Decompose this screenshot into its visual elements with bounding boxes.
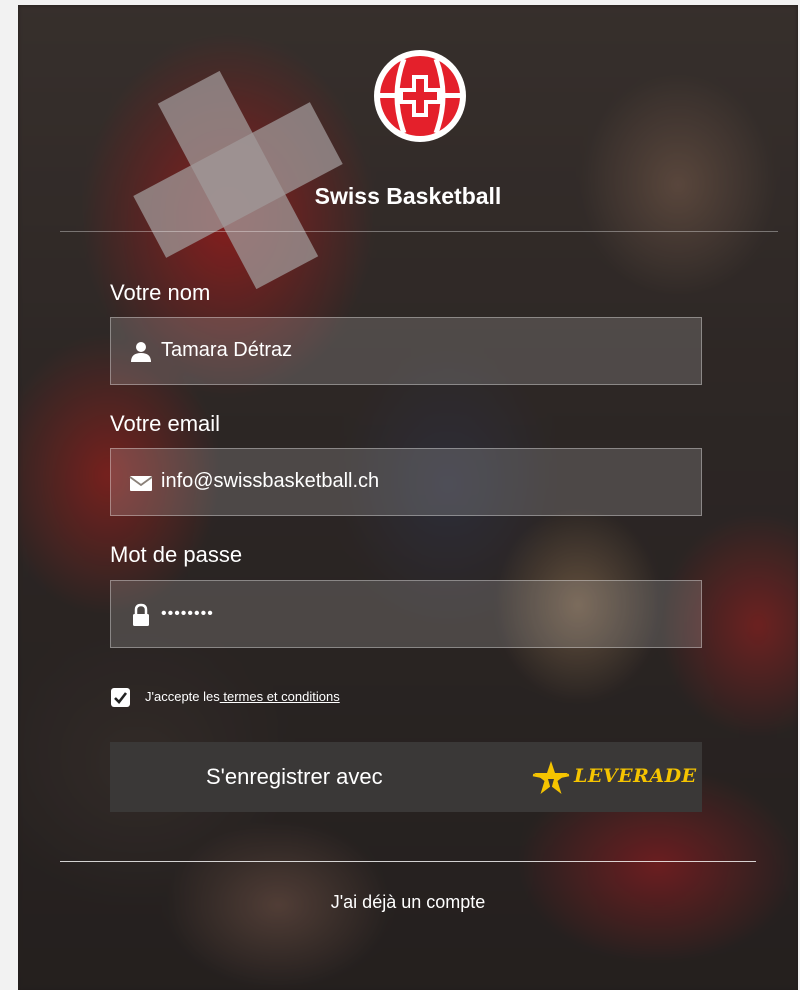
signup-card: Swiss Basketball Votre nom Tamara Détraz… xyxy=(18,5,798,990)
terms-checkbox[interactable] xyxy=(111,688,130,707)
signup-button-label: S'enregistrer avec xyxy=(206,764,383,789)
leverade-star-icon xyxy=(532,761,570,794)
password-value: •••••••• xyxy=(161,605,214,622)
existing-account-link[interactable]: J'ai déjà un compte xyxy=(18,892,798,913)
checkmark-icon xyxy=(114,692,128,704)
name-label: Votre nom xyxy=(110,280,211,305)
brand-name: Swiss Basketball xyxy=(314,183,502,209)
name-value: Tamara Détraz xyxy=(161,339,293,361)
email-value: info@swissbasketball.ch xyxy=(161,470,380,492)
terms-link[interactable]: termes et conditions xyxy=(220,689,339,704)
name-field[interactable]: Tamara Détraz xyxy=(110,317,702,385)
envelope-icon xyxy=(129,476,153,491)
swiss-basketball-logo xyxy=(374,50,466,142)
email-label: Votre email xyxy=(110,411,221,436)
signup-leverade-button[interactable]: S'enregistrer avec LEVERADE xyxy=(110,742,702,812)
terms-prefix: J'accepte les xyxy=(145,689,220,704)
lock-icon xyxy=(133,603,149,626)
leverade-logo-text: LEVERADE xyxy=(574,765,697,787)
email-field[interactable]: info@swissbasketball.ch xyxy=(110,448,702,516)
user-icon xyxy=(131,342,151,362)
terms-text: J'accepte les termes et conditions xyxy=(145,689,340,704)
divider xyxy=(60,861,756,862)
password-field[interactable]: •••••••• xyxy=(110,580,702,648)
divider xyxy=(60,231,778,232)
password-label: Mot de passe xyxy=(110,542,243,567)
signup-form: Swiss Basketball Votre nom Tamara Détraz… xyxy=(18,5,798,990)
